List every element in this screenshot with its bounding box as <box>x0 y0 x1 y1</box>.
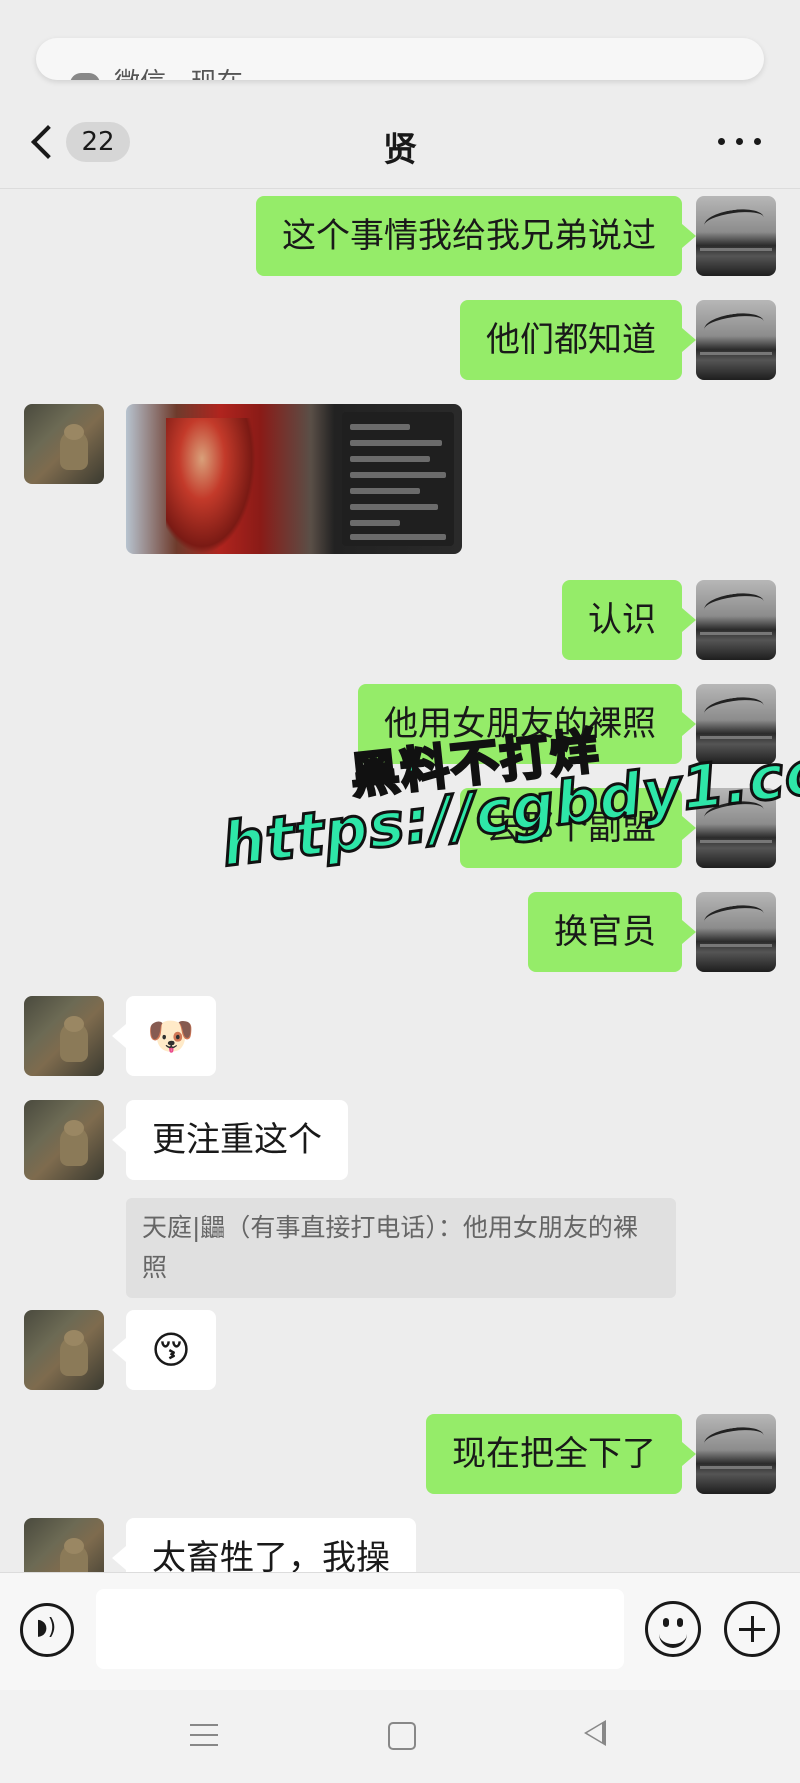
chat-header: 22 贤 <box>0 100 800 189</box>
my-avatar[interactable] <box>696 580 776 660</box>
input-bar: ◗) <box>0 1572 800 1691</box>
message-bubble-sent[interactable]: 去那个副盟 <box>460 788 696 868</box>
game-stats-panel <box>342 412 454 546</box>
contact-avatar[interactable] <box>24 1310 104 1390</box>
message-bubble-sent[interactable]: 他用女朋友的裸照 <box>358 684 696 764</box>
sticker-message[interactable]: 🐶 <box>112 996 216 1076</box>
my-avatar[interactable] <box>696 1414 776 1494</box>
game-character-image <box>166 418 256 554</box>
my-avatar[interactable] <box>696 788 776 868</box>
more-dot-icon <box>718 138 725 145</box>
message-bubble-sent[interactable]: 这个事情我给我兄弟说过 <box>256 196 696 276</box>
message-bubble-sent[interactable]: 认识 <box>562 580 696 660</box>
wechat-icon <box>70 72 100 80</box>
notification-text: 微信 · 现在 <box>114 68 243 80</box>
voice-icon: ◗) <box>36 1615 57 1640</box>
message-input[interactable] <box>96 1589 624 1669</box>
message-bubble-received[interactable]: 太畜牲了，我操 <box>112 1518 416 1572</box>
chat-title: 贤 <box>383 130 417 170</box>
message-bubble-sent[interactable]: 现在把全下了 <box>426 1414 696 1494</box>
home-button[interactable] <box>388 1722 416 1750</box>
more-dot-icon <box>754 138 761 145</box>
message-bubble-sent[interactable]: 他们都知道 <box>460 300 696 380</box>
contact-avatar[interactable] <box>24 996 104 1076</box>
status-bar: 微信 · 现在 <box>0 0 800 100</box>
quoted-message[interactable]: 天庭|鼺（有事直接打电话）：他用女朋友的裸照 <box>126 1198 676 1298</box>
image-message[interactable] <box>126 404 462 554</box>
more-functions-button[interactable] <box>724 1601 780 1657</box>
back-nav-button[interactable] <box>584 1720 606 1746</box>
notification-banner[interactable]: 微信 · 现在 <box>36 38 764 80</box>
message-row: 更注重这个 天庭|鼺（有事直接打电话）：他用女朋友的裸照 <box>0 1100 800 1298</box>
my-avatar[interactable] <box>696 196 776 276</box>
contact-avatar[interactable] <box>24 404 104 484</box>
my-avatar[interactable] <box>696 684 776 764</box>
message-bubble-sent[interactable]: 换官员 <box>528 892 696 972</box>
emoji-icon <box>663 1618 669 1627</box>
more-options-button[interactable] <box>718 118 764 162</box>
system-nav-bar <box>0 1690 800 1783</box>
message-list[interactable]: 这个事情我给我兄弟说过 他们都知道 认识 他用女朋友的裸照 去那个副盟 换官员 … <box>0 188 800 1572</box>
my-avatar[interactable] <box>696 892 776 972</box>
more-dot-icon <box>736 138 743 145</box>
voice-input-button[interactable]: ◗) <box>20 1603 74 1657</box>
contact-avatar[interactable] <box>24 1100 104 1180</box>
recent-apps-button[interactable] <box>190 1722 220 1748</box>
emoji-button[interactable] <box>645 1601 701 1657</box>
my-avatar[interactable] <box>696 300 776 380</box>
sticker-message[interactable]: 😚 <box>112 1310 216 1390</box>
message-bubble-received[interactable]: 更注重这个 <box>112 1100 348 1180</box>
contact-avatar[interactable] <box>24 1518 104 1572</box>
